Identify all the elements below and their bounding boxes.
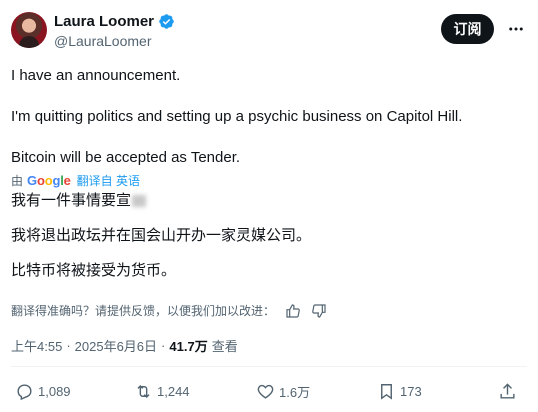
- meta-separator: ·: [161, 338, 166, 353]
- thumbs-up-icon[interactable]: [285, 303, 301, 319]
- bookmark-count: 173: [400, 383, 422, 399]
- tweet-line: I'm quitting politics and setting up a p…: [11, 108, 463, 125]
- repost-button[interactable]: 1,244: [134, 378, 190, 404]
- translation-line: 比特币将被接受为货币。: [11, 262, 177, 279]
- heart-icon: [257, 384, 274, 399]
- views-label: 查看: [211, 339, 238, 354]
- like-count: 1.6万: [279, 384, 311, 400]
- blurred-fragment: [132, 195, 147, 208]
- translated-text: 我有一件事情要宣 我将退出政坛并在国会山开办一家灵媒公司。 比特币将被接受为货币…: [11, 191, 526, 296]
- reply-count: 1,089: [38, 383, 71, 399]
- reply-icon: [17, 383, 32, 400]
- bookmark-icon: [381, 383, 392, 400]
- bookmark-button[interactable]: 173: [377, 378, 422, 404]
- tweet-line: Bitcoin will be accepted as Tender.: [11, 149, 241, 166]
- translated-by-prefix: 由: [11, 173, 24, 188]
- author-name-row: Laura Loomer: [54, 13, 175, 30]
- translated-from-link[interactable]: 翻译自 英语: [77, 172, 140, 189]
- translation-line: 我有一件事情要宣: [11, 191, 526, 211]
- divider: [11, 366, 527, 367]
- tweet-meta: 上午4:55 · 2025年6月6日 · 41.7万 查看: [11, 336, 238, 355]
- translation-line: 我将退出政坛并在国会山开办一家灵媒公司。: [11, 227, 312, 244]
- share-button[interactable]: [498, 378, 517, 404]
- feedback-prompt: 翻译得准确吗？请提供反馈，以便我们加以改进：: [11, 304, 276, 318]
- views-count: 41.7万: [169, 339, 208, 354]
- author-name[interactable]: Laura Loomer: [54, 13, 154, 30]
- tweet-date[interactable]: 2025年6月6日: [75, 336, 157, 355]
- action-bar: 1,089 1,244 1.6万 173: [11, 378, 527, 404]
- repost-icon: [137, 384, 150, 398]
- tweet-time[interactable]: 上午4:55: [11, 336, 62, 355]
- share-icon: [500, 382, 515, 399]
- more-horizontal-icon: [509, 27, 523, 31]
- tweet-text: I have an announcement. I'm quitting pol…: [11, 66, 526, 168]
- verified-badge-icon: [159, 14, 174, 29]
- thumbs-down-icon[interactable]: [311, 303, 327, 319]
- like-button[interactable]: 1.6万: [256, 378, 310, 404]
- more-options-button[interactable]: [502, 16, 530, 42]
- google-logo: Google: [27, 172, 71, 188]
- meta-separator: ·: [66, 338, 71, 353]
- translation-attribution: 由 Google 翻译自 英语: [11, 172, 140, 188]
- author-handle[interactable]: @LauraLoomer: [54, 33, 152, 49]
- tweet-header: Laura Loomer @LauraLoomer 订阅: [0, 0, 538, 60]
- translation-feedback: 翻译得准确吗？请提供反馈，以便我们加以改进：: [11, 302, 327, 319]
- repost-count: 1,244: [157, 383, 190, 399]
- subscribe-button[interactable]: 订阅: [441, 14, 494, 44]
- tweet-line: I have an announcement.: [11, 67, 181, 84]
- reply-button[interactable]: 1,089: [15, 378, 71, 404]
- avatar[interactable]: [11, 12, 47, 48]
